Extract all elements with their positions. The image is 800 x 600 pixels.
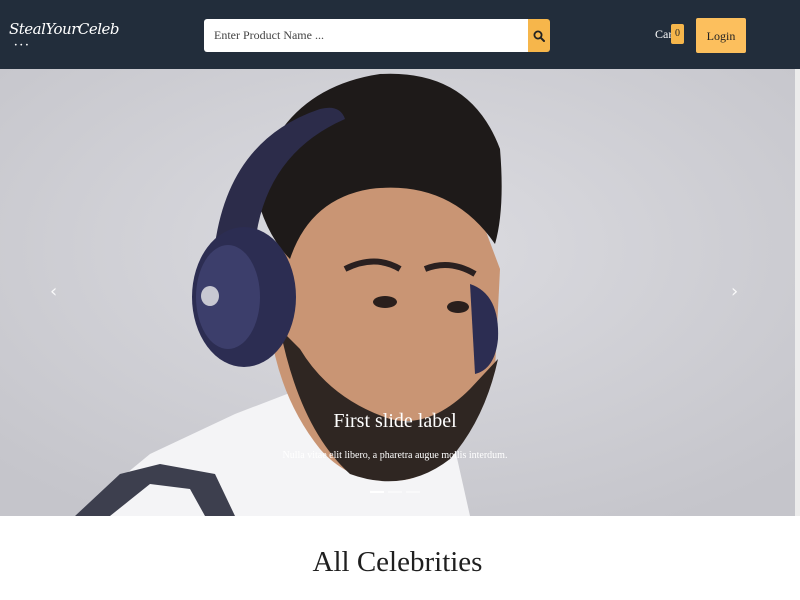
slide-caption-title: First slide label <box>333 410 457 432</box>
search-button[interactable] <box>528 19 550 52</box>
carousel-indicator[interactable] <box>370 491 384 493</box>
login-button[interactable]: Login <box>696 18 746 53</box>
section-title: All Celebrities <box>312 546 483 578</box>
hero-slide-image <box>0 69 795 516</box>
hero-carousel: ‹ › First slide label Nulla vitae elit l… <box>0 69 795 516</box>
slide-caption-text: Nulla vitae elit libero, a pharetra augu… <box>282 450 508 461</box>
navbar: StealYourCeleb ••• Cart 0 Login <box>0 0 800 69</box>
brand-logo[interactable]: StealYourCeleb <box>9 20 120 38</box>
search-icon <box>533 30 545 42</box>
chevron-right-icon[interactable]: › <box>731 281 738 302</box>
brand-dots: ••• <box>14 42 31 49</box>
scrollbar-track[interactable] <box>795 69 800 516</box>
chevron-left-icon[interactable]: ‹ <box>50 281 57 302</box>
cart-count-badge: 0 <box>671 24 684 44</box>
search-input[interactable] <box>204 19 528 52</box>
carousel-indicator[interactable] <box>388 491 402 493</box>
carousel-indicator[interactable] <box>406 491 420 493</box>
